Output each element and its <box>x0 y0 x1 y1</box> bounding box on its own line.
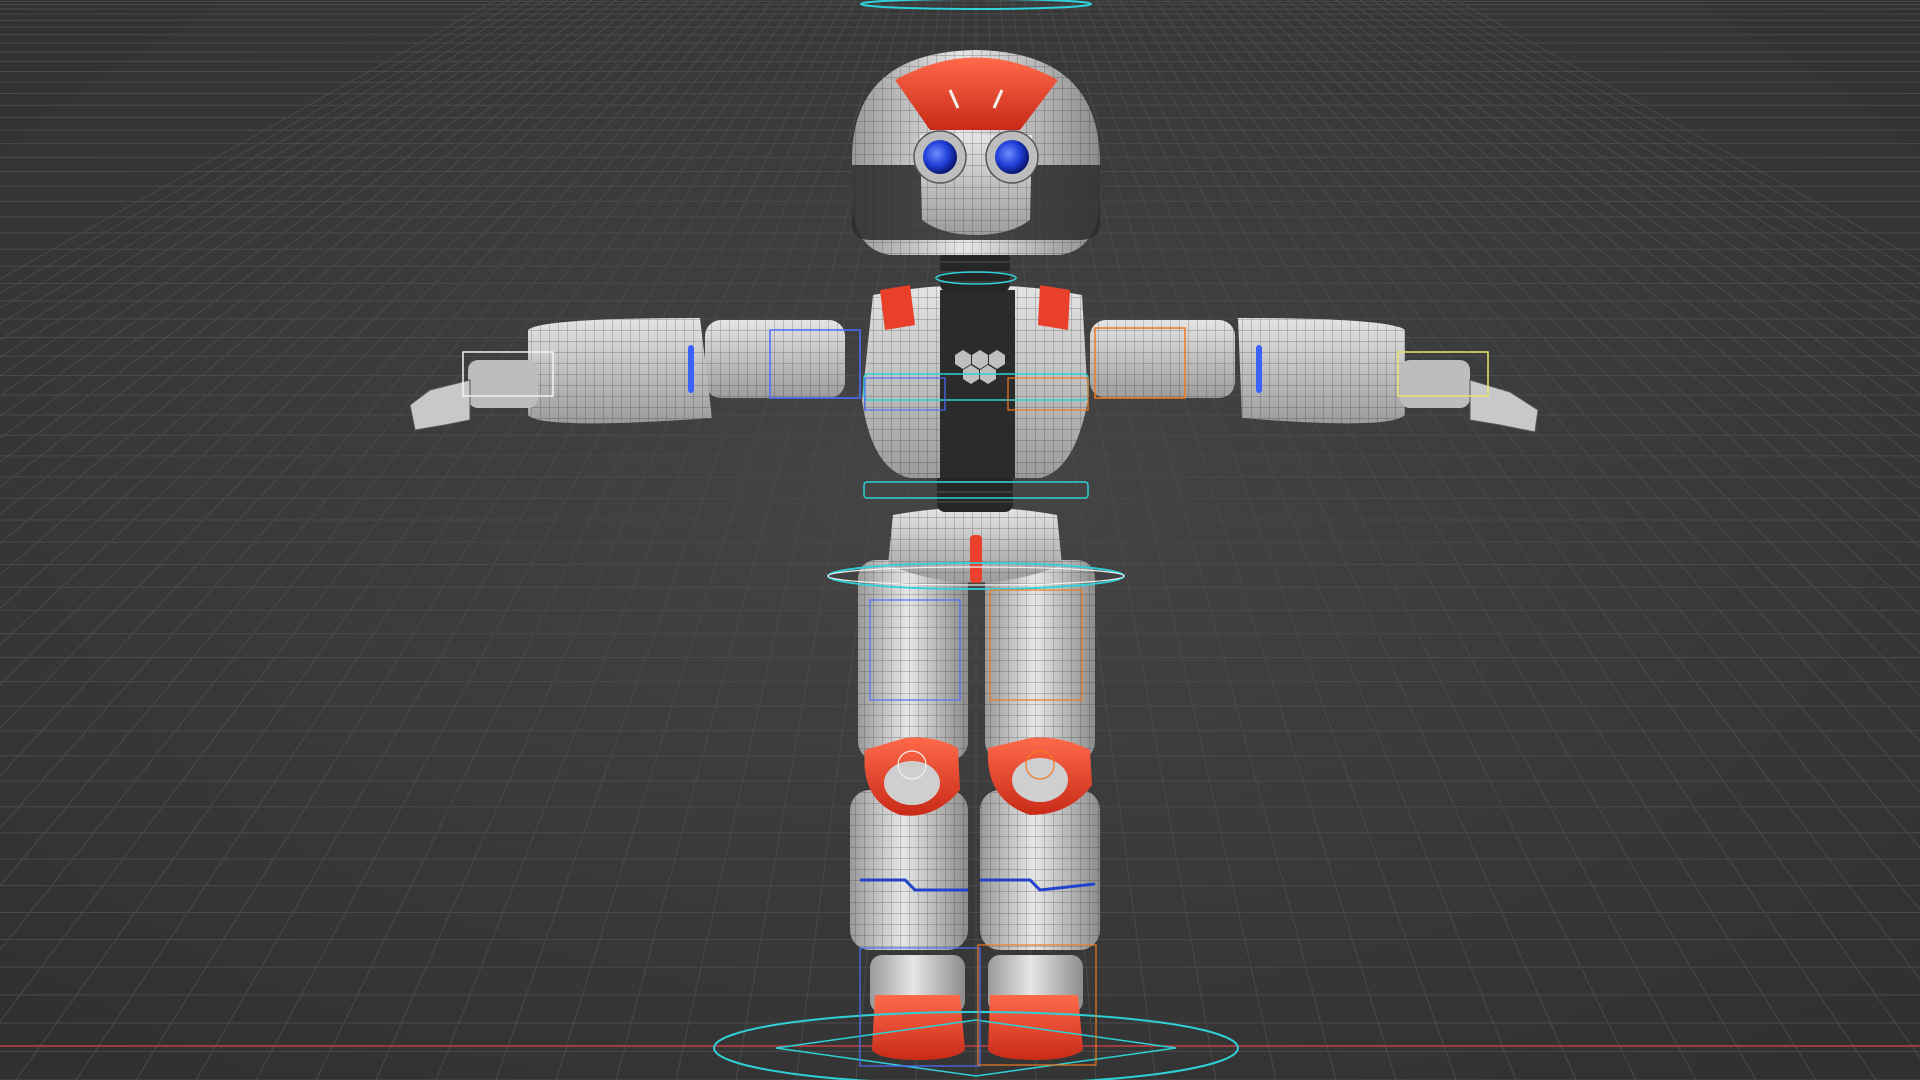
right-foot <box>988 995 1083 1060</box>
torso[interactable] <box>862 285 1088 478</box>
right-eye <box>995 140 1029 174</box>
pelvis[interactable] <box>888 507 1062 584</box>
left-eye <box>923 140 957 174</box>
robot-head[interactable] <box>852 50 1100 255</box>
3d-viewport[interactable] <box>0 0 1920 1080</box>
viewport-canvas[interactable] <box>0 0 1920 1080</box>
